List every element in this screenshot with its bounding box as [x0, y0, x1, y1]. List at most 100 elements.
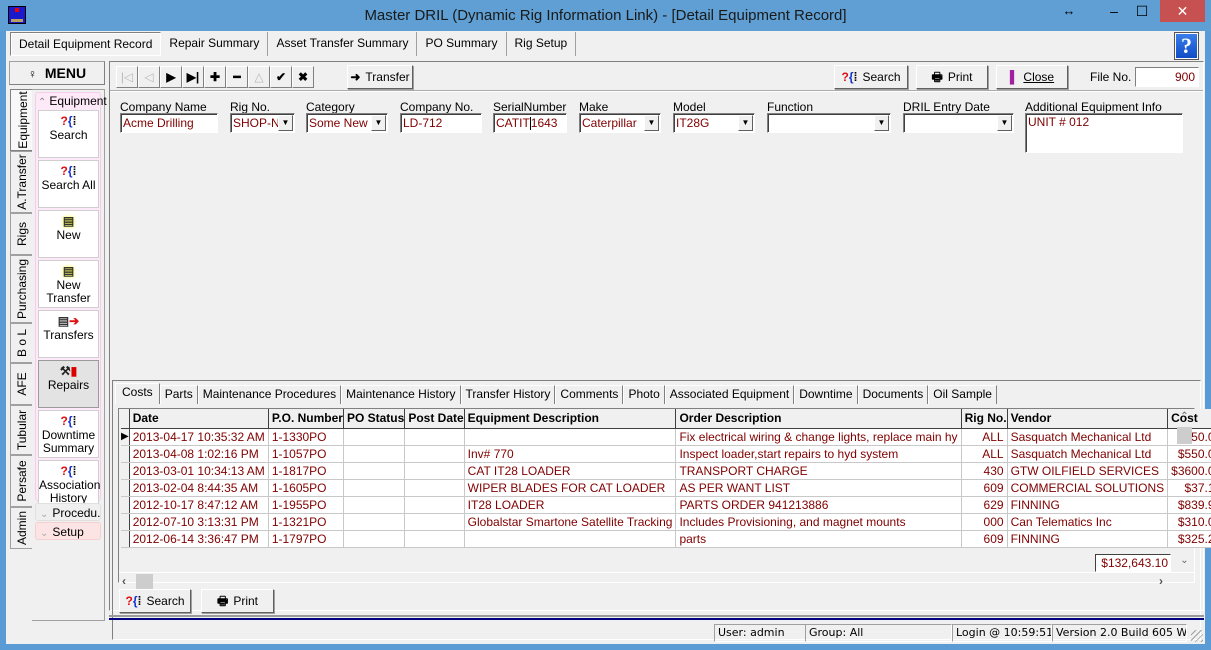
tab-rig-setup[interactable]: Rig Setup — [506, 32, 577, 56]
menu-new-button[interactable]: ▤ New — [38, 210, 99, 258]
cancel-record-button[interactable]: ✖ — [292, 66, 314, 88]
cell-vendor[interactable]: Sasquatch Mechanical Ltd — [1007, 445, 1169, 463]
cell-po-number[interactable]: 1-1955PO — [268, 496, 344, 514]
menu-group-procedures[interactable]: ⌄Procedu... — [35, 503, 101, 521]
vertical-scrollbar[interactable]: ⌃ ⌄ — [1176, 409, 1193, 566]
cell-equipment-description[interactable]: CAT IT28 LOADER — [464, 462, 677, 480]
cell-po-status[interactable] — [343, 479, 406, 497]
cell-rig-no[interactable]: 629 — [961, 496, 1008, 514]
vtab-persafe[interactable]: Persafe — [10, 455, 32, 507]
column-header-po-number[interactable]: P.O. Number — [268, 409, 344, 429]
column-header-rig-no[interactable]: Rig No. — [961, 409, 1008, 429]
cell-post-date[interactable] — [404, 496, 465, 514]
tab-photo[interactable]: Photo — [623, 385, 665, 404]
search-button[interactable]: ?{⁞ Search — [834, 65, 908, 89]
cell-vendor[interactable]: FINNING — [1007, 496, 1169, 514]
cell-rig-no[interactable]: ALL — [961, 428, 1008, 446]
cell-date[interactable]: 2013-04-08 1:02:16 PM — [129, 445, 269, 463]
cell-order-description[interactable]: Inspect loader,start repairs to hyd syst… — [675, 445, 962, 463]
costs-print-button[interactable]: 🖶 Print — [201, 589, 274, 613]
column-header-vendor[interactable]: Vendor — [1007, 409, 1169, 429]
column-header-date[interactable]: Date — [129, 409, 269, 429]
cell-date[interactable]: 2012-06-14 3:36:47 PM — [129, 530, 269, 548]
cell-po-status[interactable] — [343, 496, 406, 514]
table-row[interactable]: 2012-10-17 8:47:12 AM 1-1955PO IT28 LOADER… — [121, 496, 1211, 514]
add-record-button[interactable]: ✚ — [204, 66, 226, 88]
row-selector[interactable] — [121, 496, 130, 514]
tab-costs[interactable]: Costs — [115, 383, 160, 404]
company-no-input[interactable]: LD-712 — [400, 113, 482, 133]
dropdown-arrow-icon[interactable]: ▼ — [644, 115, 659, 131]
cell-rig-no[interactable]: 609 — [961, 530, 1008, 548]
cell-post-date[interactable] — [404, 462, 465, 480]
column-header-post-date[interactable]: Post Date — [404, 409, 465, 429]
menu-group-setup[interactable]: ⌄ Setup — [35, 522, 101, 540]
transfer-button[interactable]: ➜ Transfer — [347, 65, 413, 89]
cell-vendor[interactable]: GTW OILFIELD SERVICES — [1007, 462, 1169, 480]
model-select[interactable]: IT28G ▼ — [673, 113, 755, 133]
row-selector[interactable] — [121, 479, 130, 497]
horizontal-scrollbar[interactable]: ‹ › — [119, 572, 1194, 589]
tab-repair-summary[interactable]: Repair Summary — [161, 32, 269, 56]
cell-vendor[interactable]: COMMERCIAL SOLUTIONS — [1007, 479, 1169, 497]
menu-header[interactable]: ♀ MENU — [9, 61, 105, 85]
menu-group-header[interactable]: ⌃ Equipment — [36, 93, 107, 109]
resize-grip-icon[interactable] — [1191, 630, 1203, 642]
cell-po-status[interactable] — [343, 462, 406, 480]
cell-rig-no[interactable]: 430 — [961, 462, 1008, 480]
row-selector[interactable]: ▶ — [121, 428, 130, 446]
cell-equipment-description[interactable]: IT28 LOADER — [464, 496, 677, 514]
tab-asset-transfer-summary[interactable]: Asset Transfer Summary — [268, 32, 418, 56]
cell-po-status[interactable] — [343, 513, 406, 531]
cell-po-number[interactable]: 1-1605PO — [268, 479, 344, 497]
cell-equipment-description[interactable]: Globalstar Smartone Satellite Tracking — [464, 513, 677, 531]
table-row[interactable]: 2013-03-01 10:34:13 AM 1-1817PO CAT IT28 L… — [121, 462, 1211, 480]
cell-post-date[interactable] — [404, 479, 465, 497]
category-select[interactable]: Some New C ▼ — [306, 113, 388, 133]
cell-vendor[interactable]: Can Telematics Inc — [1007, 513, 1169, 531]
costs-search-button[interactable]: ?{⁞ Search — [119, 589, 191, 613]
minimize-button[interactable]: – — [1100, 0, 1128, 22]
cell-post-date[interactable] — [404, 513, 465, 531]
company-name-input[interactable]: Acme Drilling — [120, 113, 218, 133]
row-selector[interactable] — [121, 462, 130, 480]
tab-maintenance-history[interactable]: Maintenance History — [341, 385, 461, 404]
menu-downtime-summary-button[interactable]: ?{⁞ Downtime Summary — [38, 410, 99, 458]
additional-info-textarea[interactable]: UNIT # 012 — [1025, 113, 1183, 153]
cell-equipment-description[interactable] — [464, 530, 677, 548]
cell-po-status[interactable] — [343, 428, 406, 446]
cell-date[interactable]: 2013-02-04 8:44:35 AM — [129, 479, 269, 497]
tab-downtime[interactable]: Downtime — [794, 385, 858, 404]
function-select[interactable]: ▼ — [767, 113, 891, 133]
cell-rig-no[interactable]: 000 — [961, 513, 1008, 531]
tab-transfer-history[interactable]: Transfer History — [460, 385, 556, 404]
cell-post-date[interactable] — [404, 530, 465, 548]
vtab-equipment[interactable]: Equipment — [10, 89, 34, 151]
vtab-bol[interactable]: B o L — [10, 323, 32, 363]
cell-date[interactable]: 2012-07-10 3:13:31 PM — [129, 513, 269, 531]
cell-rig-no[interactable]: 609 — [961, 479, 1008, 497]
cell-post-date[interactable] — [404, 428, 465, 446]
menu-new-transfer-button[interactable]: ▤ New Transfer — [38, 260, 99, 308]
vtab-purchasing[interactable]: Purchasing — [10, 255, 32, 323]
dropdown-arrow-icon[interactable]: ▼ — [997, 115, 1012, 131]
make-select[interactable]: Caterpillar ▼ — [579, 113, 661, 133]
first-record-button[interactable]: |◁ — [116, 66, 138, 88]
vtab-admin[interactable]: Admin — [10, 507, 32, 549]
cell-po-number[interactable]: 1-1817PO — [268, 462, 344, 480]
cell-order-description[interactable]: parts — [675, 530, 962, 548]
dril-entry-date-select[interactable]: ▼ — [903, 113, 1014, 133]
vtab-tubular[interactable]: Tubular — [10, 405, 32, 455]
edit-record-button[interactable]: △ — [248, 66, 270, 88]
cell-order-description[interactable]: AS PER WANT LIST — [675, 479, 962, 497]
cell-date[interactable]: 2013-04-17 10:35:32 AM — [129, 428, 269, 446]
serial-number-input[interactable]: CATIT1643 — [493, 113, 567, 133]
cell-po-number[interactable]: 1-1797PO — [268, 530, 344, 548]
tab-oil-sample[interactable]: Oil Sample — [928, 385, 997, 404]
cell-equipment-description[interactable]: Inv# 770 — [464, 445, 677, 463]
dropdown-arrow-icon[interactable]: ▼ — [738, 115, 753, 131]
table-row[interactable]: 2012-06-14 3:36:47 PM 1-1797PO parts 609 FIN… — [121, 530, 1211, 548]
cell-equipment-description[interactable]: WIPER BLADES FOR CAT LOADER — [464, 479, 677, 497]
save-record-button[interactable]: ✔ — [270, 66, 292, 88]
cell-po-number[interactable]: 1-1330PO — [268, 428, 344, 446]
